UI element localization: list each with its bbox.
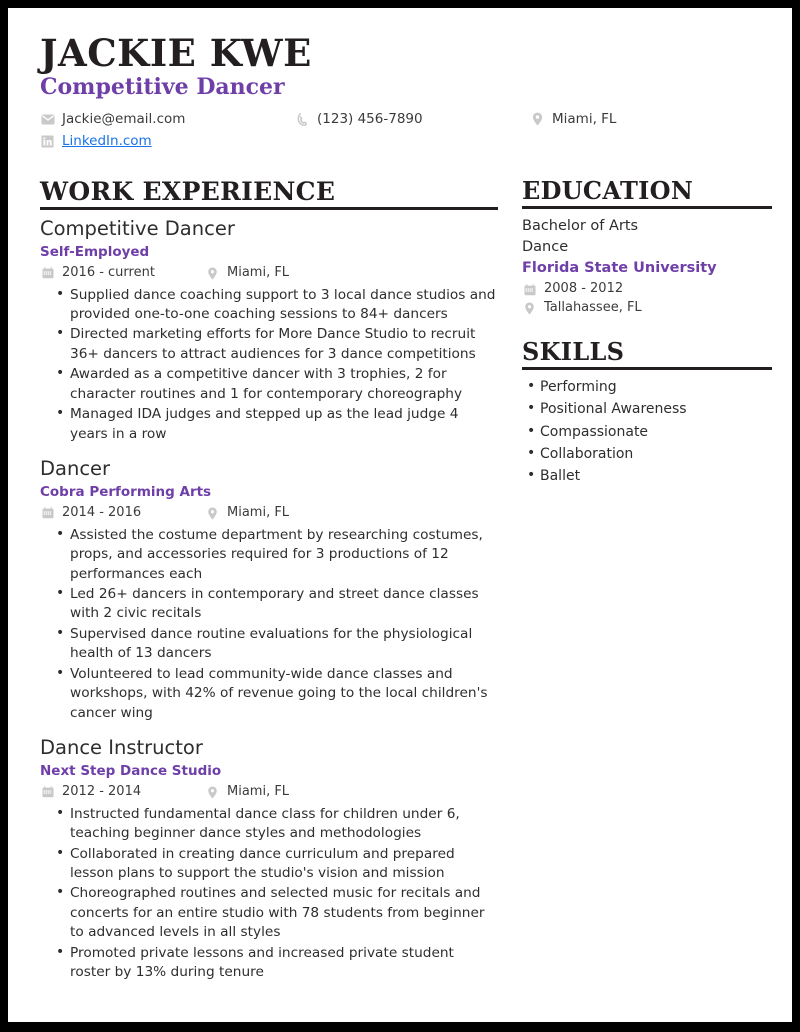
location-pin-icon: [205, 507, 220, 520]
bullet-item: Awarded as a competitive dancer with 3 t…: [56, 364, 498, 404]
resume-header: JACKIE KWE Competitive Dancer Jackie@ema…: [34, 34, 766, 152]
section-rule-education: [522, 206, 772, 210]
work-entry-dates: 2014 - 2016: [40, 504, 205, 523]
contact-location: Miami, FL: [530, 109, 730, 129]
contact-linkedin-link[interactable]: LinkedIn.com: [62, 131, 152, 151]
bullet-item: Directed marketing efforts for More Danc…: [56, 324, 498, 364]
work-entry-location: Miami, FL: [205, 783, 289, 802]
section-title-work-experience: WORK EXPERIENCE: [40, 176, 336, 206]
bullet-item: Choreographed routines and selected musi…: [56, 883, 498, 942]
calendar-icon: [40, 507, 55, 519]
bullet-item: Collaborated in creating dance curriculu…: [56, 844, 498, 884]
skill-item: Performing: [527, 376, 772, 397]
work-entry-title: Dancer: [40, 457, 111, 481]
bullet-item: Instructed fundamental dance class for c…: [56, 804, 498, 844]
work-entry-title: Competitive Dancer: [40, 217, 235, 241]
work-entry-dates: 2012 - 2014: [40, 783, 205, 802]
contact-email[interactable]: Jackie@email.com: [40, 109, 295, 129]
calendar-icon: [40, 786, 55, 798]
section-rule-skills: [522, 367, 772, 371]
work-entry-org: Self-Employed: [40, 243, 150, 260]
skill-item: Ballet: [527, 465, 772, 486]
resume-body: WORK EXPERIENCE Competitive Dancer Self-…: [34, 177, 772, 984]
work-entry-location: Miami, FL: [205, 504, 289, 523]
bullet-item: Led 26+ dancers in contemporary and stre…: [56, 584, 498, 624]
envelope-icon: [40, 114, 55, 125]
work-entry-dates-text: 2014 - 2016: [62, 504, 142, 520]
contact-location-text: Miami, FL: [552, 111, 617, 128]
work-entry-bullets: Instructed fundamental dance class for c…: [40, 804, 498, 983]
education-degree: Bachelor of Arts: [522, 218, 639, 235]
work-entry: Dancer Cobra Performing Arts 2014 - 2016…: [40, 457, 498, 723]
section-title-education: EDUCATION: [522, 175, 694, 205]
work-entry-meta: 2016 - current Miami, FL: [40, 264, 498, 283]
page-frame: JACKIE KWE Competitive Dancer Jackie@ema…: [0, 0, 800, 1032]
work-entry-meta: 2012 - 2014 Miami, FL: [40, 783, 498, 802]
education-dates-text: 2008 - 2012: [544, 281, 624, 297]
education-location: Tallahassee, FL: [522, 299, 642, 318]
resume-page: JACKIE KWE Competitive Dancer Jackie@ema…: [8, 8, 792, 1022]
work-entry-location-text: Miami, FL: [227, 504, 290, 520]
skill-item: Collaboration: [527, 443, 772, 464]
candidate-title: Competitive Dancer: [40, 73, 285, 100]
contact-linkedin[interactable]: LinkedIn.com: [40, 131, 295, 151]
bullet-item: Promoted private lessons and increased p…: [56, 943, 498, 983]
phone-icon: [295, 112, 310, 126]
bullet-item: Supplied dance coaching support to 3 loc…: [56, 285, 498, 325]
education-entry: Bachelor of Arts Dance Florida State Uni…: [522, 216, 772, 318]
skill-item: Positional Awareness: [527, 398, 772, 419]
work-entry: Competitive Dancer Self-Employed 2016 - …: [40, 217, 498, 444]
work-entry-dates-text: 2012 - 2014: [62, 783, 142, 799]
calendar-icon: [40, 267, 55, 279]
bullet-item: Assisted the costume department by resea…: [56, 525, 498, 584]
section-rule-work-experience: [40, 207, 498, 211]
work-entry: Dance Instructor Next Step Dance Studio: [40, 736, 498, 983]
education-location-row: Tallahassee, FL: [522, 299, 772, 318]
work-entry-location: Miami, FL: [205, 264, 289, 283]
location-pin-icon: [522, 302, 537, 315]
skills-section: SKILLS Performing Positional Awareness C…: [522, 336, 772, 487]
linkedin-icon: [40, 135, 55, 148]
work-entry-title: Dance Instructor: [40, 736, 203, 760]
work-entry-dates-text: 2016 - current: [62, 264, 155, 280]
work-entry-org: Cobra Performing Arts: [40, 483, 212, 500]
candidate-name: JACKIE KWE: [40, 31, 312, 75]
contact-row-secondary: LinkedIn.com: [40, 131, 766, 151]
contact-phone-text: (123) 456-7890: [317, 111, 423, 128]
education-field: Dance: [522, 239, 569, 256]
contact-row-primary: Jackie@email.com (123) 456-7890 Miami, F…: [40, 109, 766, 129]
bullet-item: Managed IDA judges and stepped up as the…: [56, 404, 498, 444]
skill-item: Compassionate: [527, 421, 772, 442]
education-location-text: Tallahassee, FL: [544, 299, 642, 315]
education-dates-row: 2008 - 2012: [522, 280, 772, 299]
right-column: EDUCATION Bachelor of Arts Dance Florida…: [522, 175, 772, 489]
work-entry-meta: 2014 - 2016 Miami, FL: [40, 504, 498, 523]
work-entry-location-text: Miami, FL: [227, 783, 290, 799]
work-entry-dates: 2016 - current: [40, 264, 205, 283]
bullet-item: Supervised dance routine evaluations for…: [56, 624, 498, 664]
work-entry-location-text: Miami, FL: [227, 264, 290, 280]
left-column: WORK EXPERIENCE Competitive Dancer Self-…: [34, 178, 498, 984]
location-pin-icon: [205, 267, 220, 280]
education-school: Florida State University: [522, 260, 717, 277]
contact-phone[interactable]: (123) 456-7890: [295, 109, 530, 129]
work-experience-list: Competitive Dancer Self-Employed 2016 - …: [40, 217, 498, 983]
work-entry-bullets: Assisted the costume department by resea…: [40, 525, 498, 724]
contact-email-text: Jackie@email.com: [62, 111, 186, 128]
work-entry-bullets: Supplied dance coaching support to 3 loc…: [40, 285, 498, 445]
location-pin-icon: [530, 112, 545, 126]
bullet-item: Volunteered to lead community-wide dance…: [56, 664, 498, 723]
education-dates: 2008 - 2012: [522, 280, 623, 299]
work-entry-org: Next Step Dance Studio: [40, 762, 222, 779]
skills-list: Performing Positional Awareness Compassi…: [522, 376, 772, 486]
calendar-icon: [522, 283, 537, 296]
location-pin-icon: [205, 786, 220, 799]
section-title-skills: SKILLS: [522, 336, 625, 366]
